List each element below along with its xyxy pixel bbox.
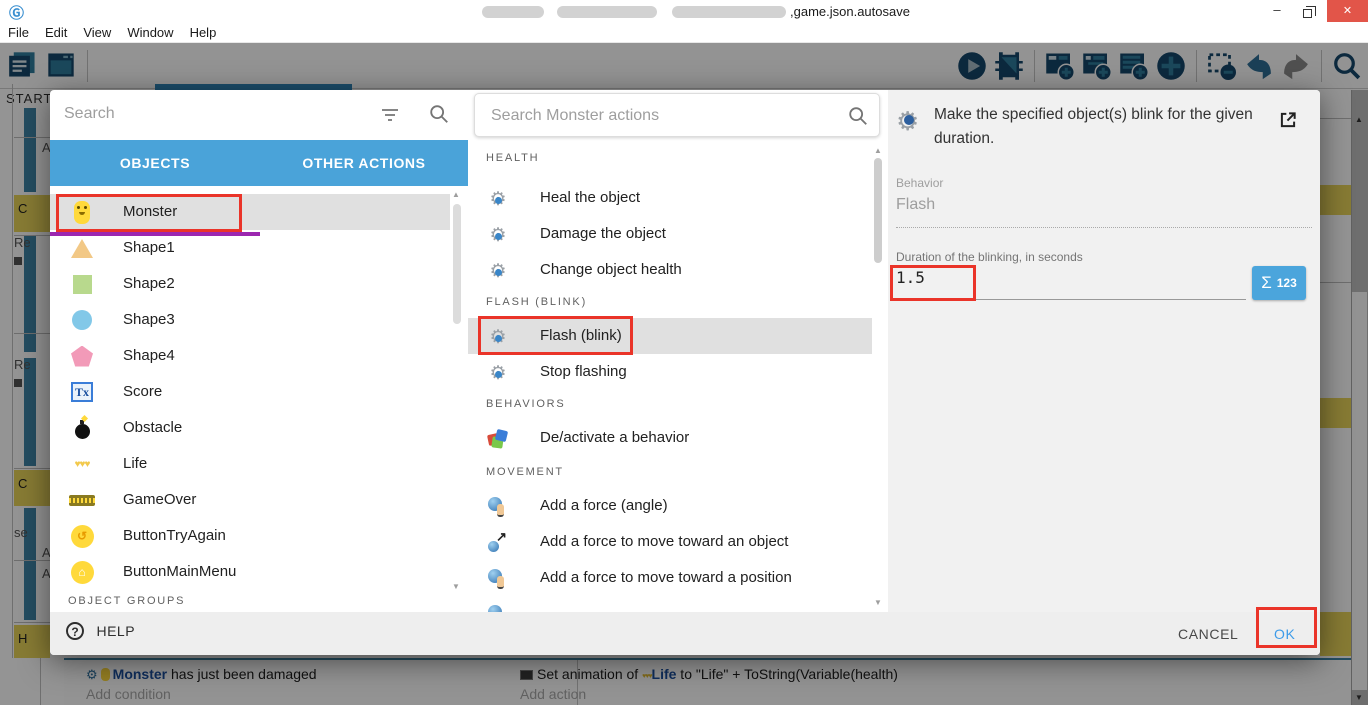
action-change-object-health[interactable]: ⚙ Change object health	[468, 252, 872, 288]
section-header-behaviors: BEHAVIORS	[486, 398, 566, 410]
action-add-force-toward-position[interactable]: Add a force to move toward a position	[468, 560, 872, 596]
action-add-force-toward-object[interactable]: Add a force to move toward an object	[468, 524, 872, 560]
triangle-icon	[68, 234, 96, 262]
list-item-score[interactable]: Tx Score	[50, 374, 450, 410]
circle-icon	[68, 306, 96, 334]
open-help-external-icon[interactable]	[1278, 110, 1298, 130]
section-header-health: HEALTH	[486, 152, 540, 164]
behavior-icon	[486, 427, 510, 451]
gameover-text-icon	[68, 486, 96, 514]
square-icon	[68, 270, 96, 298]
search-icon[interactable]	[428, 103, 450, 125]
list-item-gameover[interactable]: GameOver	[50, 482, 450, 518]
restore-icon	[1302, 6, 1316, 18]
hearts-icon: ♥♥♥	[74, 458, 91, 470]
force-icon	[486, 495, 510, 519]
object-groups-header: OBJECT GROUPS	[68, 595, 186, 607]
blurred-title-segment	[672, 6, 786, 18]
scroll-down-icon[interactable]: ▼	[874, 598, 882, 607]
action-description: Make the specified object(s) blink for t…	[934, 106, 1253, 147]
behavior-field-underline	[896, 227, 1312, 228]
home-button-icon: ⌂	[68, 558, 96, 586]
gear-icon: ⚙	[489, 362, 507, 384]
scroll-down-icon[interactable]: ▼	[452, 582, 460, 591]
list-item-monster[interactable]: Monster	[50, 194, 450, 230]
list-item-buttonmainmenu[interactable]: ⌂ ButtonMainMenu	[50, 554, 450, 590]
minimize-button[interactable]: –	[1262, 0, 1292, 22]
section-header-flash: FLASH (BLINK)	[486, 296, 588, 308]
gear-icon: ⚙	[489, 224, 507, 246]
scroll-up-icon[interactable]: ▲	[452, 190, 460, 199]
list-item-life[interactable]: ♥♥♥ Life	[50, 446, 450, 482]
blurred-title-segment	[557, 6, 657, 18]
pentagon-icon	[68, 342, 96, 370]
menu-file[interactable]: File	[0, 22, 37, 40]
scroll-up-icon[interactable]: ▲	[874, 146, 882, 155]
list-item-shape1[interactable]: Shape1	[50, 230, 450, 266]
list-item-obstacle[interactable]: Obstacle	[50, 410, 450, 446]
action-flash-blink[interactable]: ⚙ Flash (blink)	[468, 318, 872, 354]
action-damage-the-object[interactable]: ⚙ Damage the object	[468, 216, 872, 252]
question-mark-icon: ?	[66, 622, 84, 640]
behavior-field-label: Behavior	[896, 176, 944, 190]
menu-view[interactable]: View	[75, 22, 119, 40]
object-list-scrollbar-thumb[interactable]	[453, 204, 461, 324]
list-item-buttontryagain[interactable]: ↺ ButtonTryAgain	[50, 518, 450, 554]
title-bar: Ⓖ ,game.json.autosave – ✕	[0, 0, 1368, 22]
gdevelop-logo-icon: Ⓖ	[9, 5, 25, 22]
sigma-icon: Σ	[1261, 273, 1272, 292]
text-object-icon: Tx	[68, 378, 96, 406]
right-panel-background	[888, 90, 1320, 612]
action-list-scrollbar-thumb[interactable]	[874, 158, 882, 263]
help-button[interactable]: ? HELP	[66, 622, 135, 640]
action-stop-flashing[interactable]: ⚙ Stop flashing	[468, 354, 872, 390]
list-item-shape4[interactable]: Shape4	[50, 338, 450, 374]
action-search-input[interactable]	[491, 104, 821, 128]
retry-button-icon: ↺	[68, 522, 96, 550]
monster-icon	[68, 198, 96, 226]
duration-field-label: Duration of the blinking, in seconds	[896, 250, 1083, 264]
gear-icon: ⚙	[489, 326, 507, 348]
app-window: Ⓖ ,game.json.autosave – ✕ File Edit View…	[0, 0, 1368, 705]
tab-objects[interactable]: OBJECTS	[50, 140, 260, 186]
menu-help[interactable]: Help	[182, 22, 225, 40]
ok-button[interactable]: OK	[1274, 626, 1295, 642]
bomb-icon	[68, 414, 96, 442]
gear-icon: ⚙	[489, 188, 507, 210]
dialog-footer: ? HELP CANCEL OK	[50, 612, 1320, 655]
expression-builder-button[interactable]: Σ 123	[1252, 266, 1306, 300]
gear-icon: ⚙	[489, 260, 507, 282]
action-deactivate-behavior[interactable]: De/activate a behavior	[468, 420, 872, 456]
action-heal-the-object[interactable]: ⚙ Heal the object	[468, 180, 872, 216]
search-icon[interactable]	[847, 105, 869, 127]
action-gear-icon: ⚙	[896, 106, 920, 136]
section-header-movement: MOVEMENT	[486, 466, 564, 478]
restore-button[interactable]	[1292, 0, 1322, 22]
close-button[interactable]: ✕	[1327, 0, 1368, 22]
menu-edit[interactable]: Edit	[37, 22, 75, 40]
behavior-field-value: Flash	[896, 196, 936, 213]
blurred-title-segment	[482, 6, 544, 18]
action-add-force-angle[interactable]: Add a force (angle)	[468, 488, 872, 524]
list-item-shape2[interactable]: Shape2	[50, 266, 450, 302]
list-item-shape3[interactable]: Shape3	[50, 302, 450, 338]
force-icon	[486, 567, 510, 591]
action-search-box	[474, 93, 880, 137]
menu-window[interactable]: Window	[119, 22, 181, 40]
filter-icon[interactable]	[380, 106, 400, 124]
window-title: ,game.json.autosave	[790, 4, 910, 19]
menu-bar: File Edit View Window Help	[0, 22, 1368, 43]
object-search-input[interactable]	[64, 98, 354, 130]
force-toward-object-icon	[486, 529, 510, 555]
cancel-button[interactable]: CANCEL	[1178, 626, 1238, 642]
tab-bar: OBJECTS OTHER ACTIONS	[50, 140, 468, 236]
action-editor-dialog: OBJECTS OTHER ACTIONS Monster Shape1 Sha…	[50, 90, 1320, 655]
duration-input[interactable]	[896, 268, 1006, 287]
tab-other-actions[interactable]: OTHER ACTIONS	[260, 140, 468, 186]
duration-field-underline	[896, 299, 1246, 300]
